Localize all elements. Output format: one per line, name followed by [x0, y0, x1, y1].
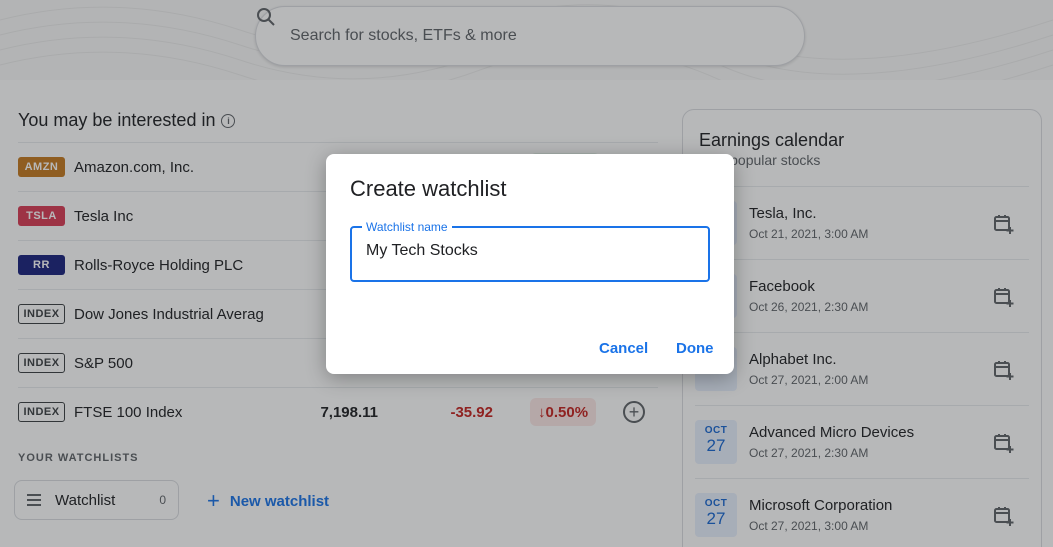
- done-button[interactable]: Done: [676, 340, 714, 357]
- watchlist-name-field[interactable]: Watchlist name: [350, 220, 710, 282]
- dialog-title: Create watchlist: [350, 176, 507, 201]
- watchlist-name-input[interactable]: [366, 242, 696, 260]
- cancel-button[interactable]: Cancel: [599, 340, 648, 357]
- create-watchlist-dialog: Create watchlist Watchlist name Cancel D…: [326, 154, 734, 374]
- watchlist-name-label: Watchlist name: [362, 220, 452, 234]
